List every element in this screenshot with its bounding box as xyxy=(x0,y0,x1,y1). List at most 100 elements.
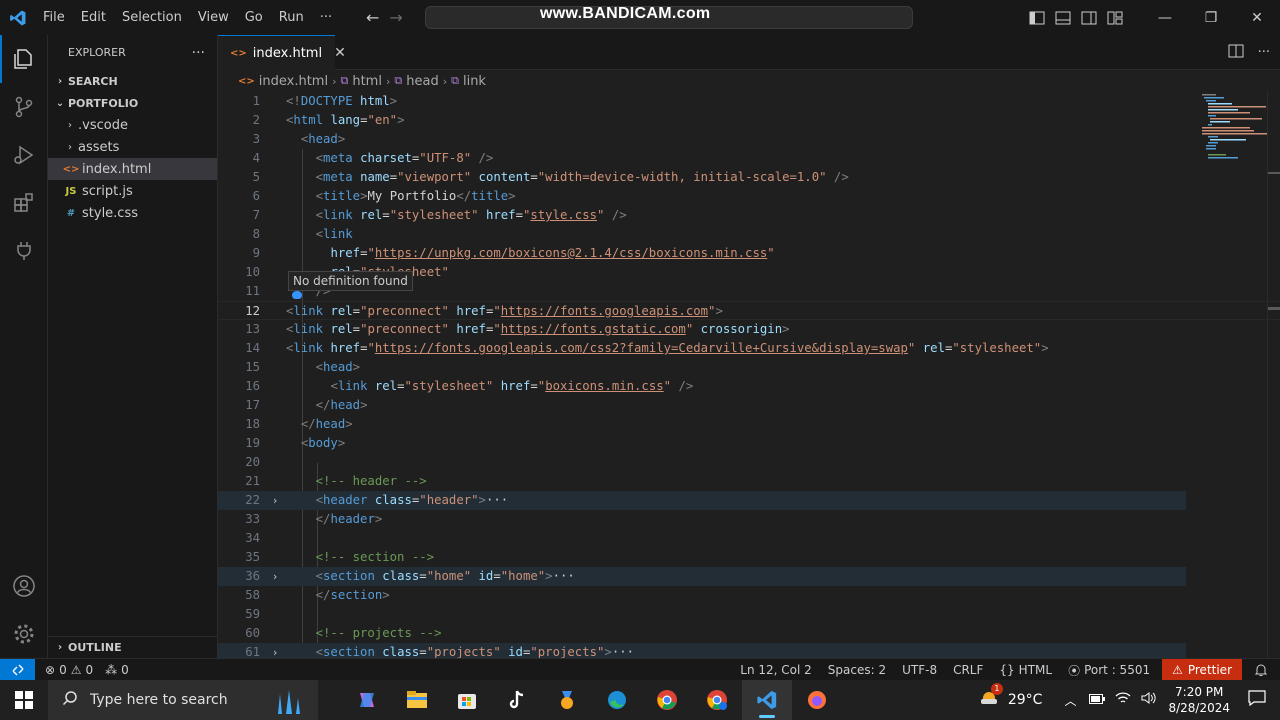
settings-gear-icon[interactable] xyxy=(0,610,48,658)
code-line[interactable]: 8 <link xyxy=(218,225,1280,244)
code-line[interactable]: 36 › <section class="home" id="home">··· xyxy=(218,567,1186,586)
breadcrumb-item[interactable]: head xyxy=(406,74,438,89)
search-section[interactable]: › SEARCH xyxy=(48,70,217,92)
account-icon[interactable] xyxy=(0,562,48,610)
indentation[interactable]: Spaces: 2 xyxy=(822,663,892,677)
chrome-profile-icon[interactable] xyxy=(692,680,742,720)
remote-indicator-icon[interactable] xyxy=(0,658,35,681)
code-line[interactable]: 18 </head> xyxy=(218,415,1280,434)
code-line[interactable]: 5 <meta name="viewport" content="width=d… xyxy=(218,168,1280,187)
source-control-icon[interactable] xyxy=(0,83,48,131)
code-line[interactable]: 1 <!DOCTYPE html> xyxy=(218,92,1280,111)
restore-icon[interactable]: ❐ xyxy=(1188,0,1234,35)
extensions-icon[interactable] xyxy=(0,179,48,227)
code-line[interactable]: 3 <head> xyxy=(218,130,1280,149)
prettier-status[interactable]: ⚠ Prettier xyxy=(1162,659,1242,681)
live-server-port[interactable]: ⦿ Port : 5501 xyxy=(1062,662,1156,679)
code-line[interactable]: 6 <title>My Portfolio</title> xyxy=(218,187,1280,206)
tiktok-icon[interactable] xyxy=(492,680,542,720)
tree-item-vscode[interactable]: › .vscode xyxy=(48,114,217,136)
explorer-icon[interactable] xyxy=(0,35,48,83)
menu-run[interactable]: Run xyxy=(271,0,312,35)
code-line[interactable]: 2 <html lang="en"> xyxy=(218,111,1280,130)
menu-more[interactable]: ··· xyxy=(312,0,340,35)
code-line[interactable]: 7 <link rel="stylesheet" href="style.css… xyxy=(218,206,1280,225)
chrome-browser-icon[interactable] xyxy=(642,680,692,720)
code-line[interactable]: 22 › <header class="header">··· xyxy=(218,491,1186,510)
menu-selection[interactable]: Selection xyxy=(114,0,190,35)
wifi-icon[interactable] xyxy=(1115,691,1131,709)
file-explorer-icon[interactable] xyxy=(392,680,442,720)
firefox-icon[interactable] xyxy=(792,680,842,720)
breadcrumb-item[interactable]: html xyxy=(352,74,382,89)
notification-center-icon[interactable] xyxy=(1248,690,1266,710)
code-line[interactable]: 61 › <section class="projects" id="projec… xyxy=(218,643,1186,658)
customize-layout-icon[interactable] xyxy=(1102,0,1128,35)
code-line[interactable]: 16 <link rel="stylesheet" href="boxicons… xyxy=(218,377,1280,396)
explorer-more-button[interactable]: ··· xyxy=(192,45,205,61)
windows-start-icon[interactable] xyxy=(0,680,48,720)
volume-icon[interactable] xyxy=(1141,691,1157,709)
run-debug-icon[interactable] xyxy=(0,131,48,179)
encoding[interactable]: UTF-8 xyxy=(896,663,943,677)
tab-index-html[interactable]: <> index.html ✕ xyxy=(218,35,346,70)
tree-item-index-html[interactable]: <> index.html xyxy=(48,158,217,180)
taskbar-search-box[interactable]: Type here to search xyxy=(48,680,318,720)
code-line[interactable]: 34 xyxy=(218,529,1280,548)
code-line[interactable]: 58 </section> xyxy=(218,586,1280,605)
chevron-up-icon[interactable]: ︿ xyxy=(1064,692,1076,709)
close-window-icon[interactable]: ✕ xyxy=(1234,0,1280,35)
cursor-position[interactable]: Ln 12, Col 2 xyxy=(734,663,818,677)
tree-item-script-js[interactable]: JS script.js xyxy=(48,180,217,202)
code-line[interactable]: 33 </header> xyxy=(218,510,1280,529)
close-tab-icon[interactable]: ✕ xyxy=(334,45,346,61)
code-line[interactable]: 35 <!-- section --> xyxy=(218,548,1280,567)
tree-item-style-css[interactable]: # style.css xyxy=(48,202,217,224)
fold-chevron-icon[interactable]: › xyxy=(268,491,282,510)
code-line[interactable]: 20 xyxy=(218,453,1280,472)
code-line[interactable]: 60 <!-- projects --> xyxy=(218,624,1280,643)
vscode-taskbar-icon[interactable] xyxy=(742,680,792,720)
breadcrumb-item[interactable]: index.html xyxy=(259,74,328,89)
more-actions-icon[interactable]: ··· xyxy=(1258,45,1270,60)
breadcrumb-item[interactable]: link xyxy=(463,74,486,89)
outline-section[interactable]: › OUTLINE xyxy=(48,636,218,658)
medal-app-icon[interactable] xyxy=(542,680,592,720)
split-editor-icon[interactable] xyxy=(1228,44,1244,62)
ports-indicator[interactable]: ⁂ 0 xyxy=(99,663,135,677)
system-clock[interactable]: 7:20 PM 8/28/2024 xyxy=(1168,684,1230,716)
portfolio-section[interactable]: ⌄ PORTFOLIO xyxy=(48,92,217,114)
toggle-primary-sidebar-icon[interactable] xyxy=(1024,0,1050,35)
code-editor[interactable]: 1 <!DOCTYPE html> 2 <html lang="en"> 3 <head… xyxy=(218,92,1280,658)
battery-icon[interactable] xyxy=(1089,692,1106,708)
edge-browser-icon[interactable] xyxy=(592,680,642,720)
code-line[interactable]: 17 </head> xyxy=(218,396,1280,415)
code-line[interactable]: 12 <link rel="preconnect" href="https://f… xyxy=(218,301,1280,320)
menu-go[interactable]: Go xyxy=(237,0,271,35)
microsoft-store-icon[interactable] xyxy=(442,680,492,720)
lightbulb-icon[interactable] xyxy=(292,291,302,299)
code-line[interactable]: 14 <link href="https://fonts.googleapis.c… xyxy=(218,339,1280,358)
code-line[interactable]: 13 <link rel="preconnect" href="https://f… xyxy=(218,320,1280,339)
toggle-panel-icon[interactable] xyxy=(1050,0,1076,35)
copilot-icon[interactable] xyxy=(342,680,392,720)
menu-file[interactable]: File xyxy=(35,0,73,35)
forward-arrow-icon[interactable]: → xyxy=(389,8,402,27)
menu-edit[interactable]: Edit xyxy=(73,0,114,35)
line-ending[interactable]: CRLF xyxy=(947,663,989,677)
fold-chevron-icon[interactable]: › xyxy=(268,643,282,658)
tree-item-assets[interactable]: › assets xyxy=(48,136,217,158)
toggle-secondary-sidebar-icon[interactable] xyxy=(1076,0,1102,35)
problems-indicator[interactable]: ⊗ 0 ⚠ 0 xyxy=(39,663,99,677)
plug-icon[interactable] xyxy=(0,227,48,275)
code-line[interactable]: 4 <meta charset="UTF-8" /> xyxy=(218,149,1280,168)
minimize-icon[interactable]: — xyxy=(1142,0,1188,35)
code-line[interactable]: 15 <head> xyxy=(218,358,1280,377)
language-mode[interactable]: {} HTML xyxy=(993,663,1058,677)
menu-view[interactable]: View xyxy=(190,0,237,35)
code-line[interactable]: 21 <!-- header --> xyxy=(218,472,1280,491)
back-arrow-icon[interactable]: ← xyxy=(366,8,379,27)
code-line[interactable]: 9 href="https://unpkg.com/boxicons@2.1.4… xyxy=(218,244,1280,263)
notifications-bell-icon[interactable] xyxy=(1242,663,1280,677)
weather-widget[interactable]: 1 29°C xyxy=(978,683,1042,713)
